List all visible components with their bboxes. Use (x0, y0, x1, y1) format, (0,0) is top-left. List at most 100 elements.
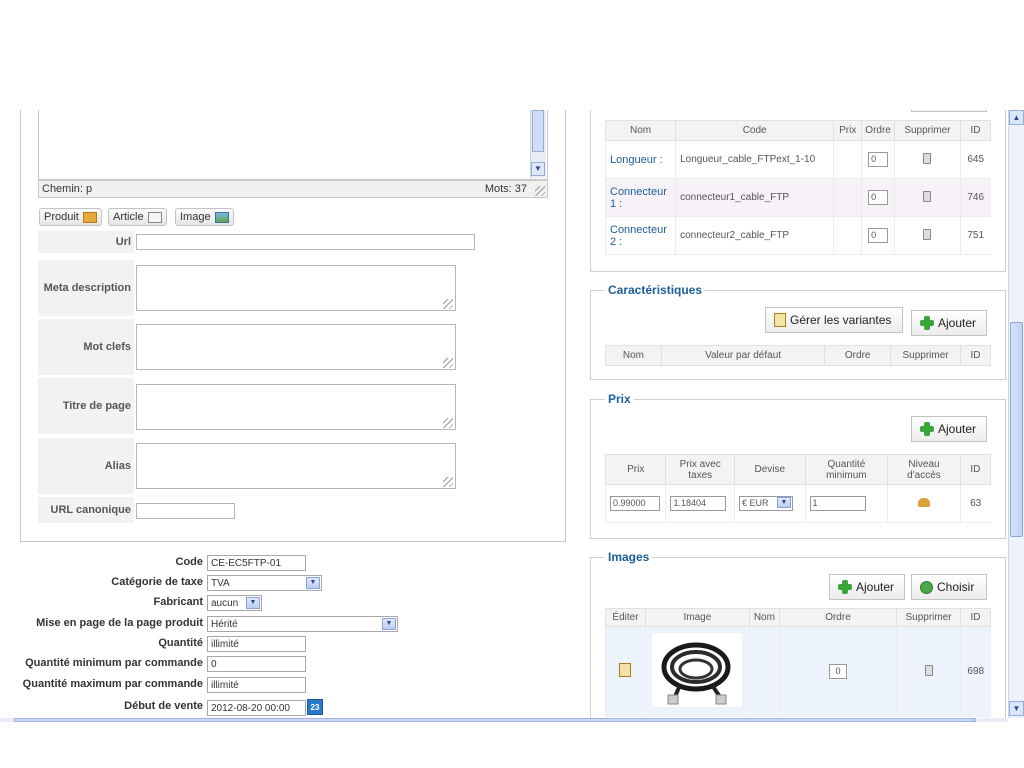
meta-description-textarea[interactable] (136, 265, 456, 311)
scroll-up-icon[interactable]: ▲ (1009, 110, 1024, 125)
trash-icon[interactable] (923, 228, 932, 240)
canonical-url-row: URL canonique (38, 497, 538, 523)
col-header-price: Prix (604, 454, 667, 485)
resize-grip-icon[interactable] (443, 477, 453, 487)
add-image-button[interactable]: Ajouter (829, 574, 905, 600)
variants-button-edge[interactable] (911, 110, 987, 112)
page-title-row: Titre de page (38, 378, 538, 434)
price-id: 63 (959, 484, 991, 523)
alias-textarea[interactable] (136, 443, 456, 489)
trash-icon[interactable] (923, 190, 932, 202)
col-header-code: Code (675, 120, 835, 141)
alias-label: Alias (38, 438, 134, 494)
keywords-row: Mot clefs (38, 319, 538, 375)
resize-grip-icon[interactable] (443, 299, 453, 309)
table-row: Connecteur 1 : connecteur1_cable_FTP 0 7… (604, 178, 991, 217)
add-characteristic-button[interactable]: Ajouter (911, 310, 987, 336)
manage-variants-label: Gérer les variantes (790, 313, 892, 327)
quantity-input[interactable]: illimité (207, 636, 306, 652)
tax-category-label: Catégorie de taxe (0, 576, 203, 588)
variant-name-link[interactable]: Longueur : (604, 140, 676, 179)
col-header-order: Ordre (861, 120, 895, 141)
page-viewport: ▼ Chemin: p Mots: 37 Produit Article Ima… (0, 110, 1024, 720)
insert-image-label: Image (180, 211, 211, 223)
variant-order-input[interactable]: 0 (868, 190, 889, 205)
variant-order-input[interactable]: 0 (868, 152, 889, 167)
manage-variants-button[interactable]: Gérer les variantes (765, 307, 903, 333)
variant-name-link[interactable]: Connecteur 2 : (604, 216, 676, 255)
add-characteristic-label: Ajouter (938, 316, 977, 330)
characteristics-table: Nom Valeur par défaut Ordre Supprimer ID (605, 345, 991, 366)
layout-label: Mise en page de la page produit (0, 617, 203, 629)
resize-grip-icon[interactable] (443, 358, 453, 368)
insert-image-button[interactable]: Image (175, 208, 234, 226)
insert-article-button[interactable]: Article (108, 208, 167, 226)
col-header-edit: Éditer (605, 608, 646, 627)
layout-select[interactable]: Hérité ▼ (207, 616, 398, 632)
add-icon (838, 580, 852, 594)
variant-order-input[interactable]: 0 (868, 228, 889, 243)
editor-scroll-down-icon[interactable]: ▼ (531, 162, 545, 176)
table-row: 0.99000 1.18404 € EUR ▼ 1 63 (604, 484, 991, 523)
image-icon (214, 211, 229, 223)
sale-start-input[interactable]: 2012-08-20 00:00 (207, 700, 306, 716)
col-header-default-value: Valeur par défaut (660, 345, 826, 366)
tax-category-select[interactable]: TVA ▼ (207, 575, 322, 591)
price-input[interactable]: 0.99000 (610, 496, 660, 511)
col-header-currency: Devise (734, 454, 806, 485)
cable-image (661, 642, 731, 705)
manufacturer-value: aucun (211, 598, 239, 609)
col-header-order: Ordre (824, 345, 892, 366)
manufacturer-select[interactable]: aucun ▼ (207, 595, 262, 611)
alias-row: Alias (38, 438, 538, 494)
editor-word-count: Mots: 37 (484, 183, 527, 195)
max-qty-input[interactable]: illimité (207, 677, 306, 693)
col-header-image: Image (644, 608, 750, 627)
users-icon[interactable] (917, 497, 930, 507)
resize-grip-icon[interactable] (535, 186, 545, 196)
description-editor-area[interactable] (38, 110, 548, 180)
url-row: Url (38, 231, 538, 253)
variant-code: Longueur_cable_FTPext_1-10 (675, 140, 834, 179)
variant-code: connecteur1_cable_FTP (675, 178, 834, 217)
insert-article-label: Article (113, 211, 144, 223)
editor-path: Chemin: p (42, 183, 93, 195)
canonical-url-label: URL canonique (38, 497, 134, 523)
canonical-url-input[interactable] (136, 503, 235, 519)
calendar-icon[interactable]: 23 (307, 699, 323, 715)
insert-product-button[interactable]: Produit (39, 208, 102, 226)
chevron-down-icon: ▼ (306, 577, 320, 589)
page-title-label: Titre de page (38, 378, 134, 434)
currency-select[interactable]: € EUR ▼ (739, 496, 793, 511)
keywords-textarea[interactable] (136, 324, 456, 370)
min-qty-input[interactable]: 0 (207, 656, 306, 672)
price-tax-input[interactable]: 1.18404 (670, 496, 727, 511)
editor-scroll-thumb[interactable] (532, 110, 544, 152)
col-header-price-tax: Prix avec taxes (665, 454, 735, 485)
images-panel: Images Ajouter Choisir Éditer Image Nom … (590, 550, 1006, 720)
add-price-button[interactable]: Ajouter (911, 416, 987, 442)
code-label: Code (0, 556, 203, 568)
table-row: Connecteur 2 : connecteur2_cable_FTP 0 7… (604, 216, 991, 255)
variant-name-link[interactable]: Connecteur 1 : (604, 178, 676, 217)
image-id: 698 (960, 626, 991, 717)
resize-grip-icon[interactable] (443, 418, 453, 428)
image-order-input[interactable]: 0 (828, 664, 847, 679)
variant-id: 746 (959, 178, 991, 217)
scroll-down-icon[interactable]: ▼ (1009, 701, 1024, 716)
col-header-id: ID (959, 454, 992, 485)
prices-panel: Prix Ajouter Prix Prix avec taxes Devise… (590, 392, 1006, 539)
product-image-thumbnail[interactable] (652, 633, 743, 707)
url-input[interactable] (136, 234, 475, 250)
edit-icon[interactable] (619, 663, 632, 677)
choose-image-button[interactable]: Choisir (911, 574, 987, 600)
code-input[interactable]: CE-EC5FTP-01 (207, 555, 306, 571)
trash-icon[interactable] (923, 152, 932, 164)
prices-table: Prix Prix avec taxes Devise Quantité min… (604, 454, 992, 523)
page-hscroll-thumb[interactable] (14, 718, 976, 722)
page-scroll-thumb[interactable] (1010, 322, 1023, 537)
trash-icon[interactable] (924, 664, 933, 676)
keywords-label: Mot clefs (38, 319, 134, 375)
page-title-textarea[interactable] (136, 384, 456, 430)
min-qty-price-input[interactable]: 1 (809, 496, 866, 511)
